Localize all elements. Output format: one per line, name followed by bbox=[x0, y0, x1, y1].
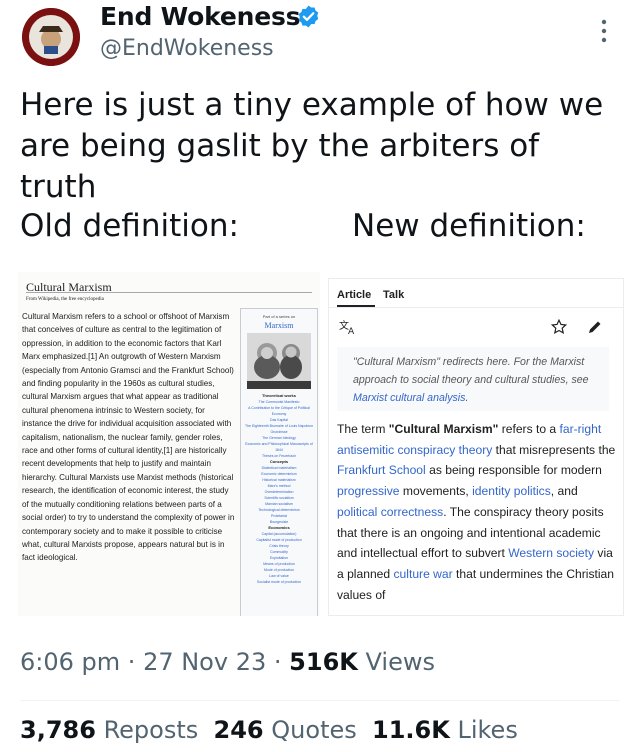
tweet-text: Here is just a tiny example of how we ar… bbox=[20, 87, 604, 205]
post-time[interactable]: 6:06 pm bbox=[20, 648, 120, 676]
article-link[interactable]: political correctness bbox=[337, 505, 443, 519]
likes-stat[interactable]: 11.6K Likes bbox=[372, 716, 518, 744]
watch-star-icon[interactable] bbox=[551, 319, 567, 335]
more-options-icon[interactable] bbox=[600, 18, 608, 44]
sidebar-link[interactable]: A Contribution to the Critique of Politi… bbox=[243, 405, 315, 417]
old-definition-text: Cultural Marxism refers to a school or o… bbox=[22, 312, 235, 563]
likes-label: Likes bbox=[457, 716, 518, 744]
avatar[interactable] bbox=[22, 8, 80, 66]
old-definition-image[interactable]: Cultural Marxism From Wikipedia, the fre… bbox=[18, 272, 320, 616]
old-definition-label: Old definition: bbox=[20, 208, 239, 244]
post-date[interactable]: 27 Nov 23 bbox=[143, 648, 266, 676]
stats-divider bbox=[20, 700, 620, 701]
marxism-sidebar: Part of a series on Marxism Theoretical … bbox=[240, 308, 318, 616]
hatnote-text: "Cultural Marxism" redirects here. For t… bbox=[353, 356, 589, 386]
likes-count: 11.6K bbox=[372, 716, 450, 744]
avatar-image bbox=[22, 8, 80, 66]
old-definition-paragraph: Cultural Marxism refers to a school or o… bbox=[22, 310, 236, 565]
engagement-stats: 3,786 Reposts 246 Quotes 11.6K Likes bbox=[20, 716, 518, 744]
article-text: movements, bbox=[399, 484, 473, 499]
views-count: 516K bbox=[289, 648, 358, 676]
article-link[interactable]: culture war bbox=[394, 567, 453, 581]
new-definition-label: New definition: bbox=[352, 208, 586, 244]
reposts-count: 3,786 bbox=[20, 716, 96, 744]
article-link[interactable]: Frankfurt School bbox=[337, 463, 426, 477]
views-label: Views bbox=[365, 648, 435, 676]
separator: · bbox=[273, 648, 282, 676]
wiki-subtitle: From Wikipedia, the free encyclopedia bbox=[26, 297, 104, 302]
translate-icon[interactable]: 文 A bbox=[339, 319, 357, 335]
article-link[interactable]: progressive bbox=[337, 484, 400, 498]
new-definition-paragraph: The term "Cultural Marxism" refers to a … bbox=[337, 419, 619, 605]
tabs-divider bbox=[329, 307, 623, 308]
timestamp-line: 6:06 pm · 27 Nov 23 · 516K Views bbox=[20, 648, 435, 676]
reposts-stat[interactable]: 3,786 Reposts bbox=[20, 716, 198, 744]
sidebar-list: Theoretical works The Communist Manifesto… bbox=[243, 393, 315, 585]
article-text: that misrepresents the bbox=[492, 442, 616, 457]
hatnote-link[interactable]: Marxist cultural analysis bbox=[353, 392, 465, 404]
article-link[interactable]: identity politics bbox=[472, 484, 551, 498]
separator: · bbox=[127, 648, 136, 676]
redirect-hatnote: "Cultural Marxism" redirects here. For t… bbox=[337, 347, 609, 411]
quotes-count: 246 bbox=[213, 716, 264, 744]
title-divider bbox=[26, 292, 312, 293]
user-handle[interactable]: @EndWokeness bbox=[100, 36, 274, 61]
svg-text:A: A bbox=[348, 327, 355, 335]
marx-engels-portrait bbox=[247, 333, 311, 389]
sidebar-link[interactable]: Economic and Philosophical Manuscripts o… bbox=[243, 441, 315, 453]
reposts-label: Reposts bbox=[103, 716, 199, 744]
sidebar-link[interactable]: Socialist mode of production bbox=[243, 579, 315, 585]
sidebar-series-label: Part of a series on bbox=[262, 314, 296, 319]
display-name[interactable]: End Wokeness bbox=[100, 2, 301, 31]
article-text: , and bbox=[550, 484, 578, 499]
article-text: as being responsible for modern bbox=[425, 463, 602, 478]
article-text: refers to a bbox=[498, 422, 560, 436]
tab-talk[interactable]: Talk bbox=[383, 289, 404, 301]
edit-pencil-icon[interactable] bbox=[587, 319, 603, 335]
article-text: The term bbox=[337, 422, 389, 436]
sidebar-title: Marxism bbox=[264, 321, 294, 330]
article-link[interactable]: Western society bbox=[508, 546, 594, 560]
verified-badge-icon bbox=[298, 5, 319, 28]
tab-article[interactable]: Article bbox=[337, 289, 371, 301]
new-definition-image[interactable]: Article Talk 文 A "Cultural Marxism" redi… bbox=[328, 278, 624, 616]
quotes-label: Quotes bbox=[271, 716, 357, 744]
quotes-stat[interactable]: 246 Quotes bbox=[214, 716, 357, 744]
article-term: "Cultural Marxism" bbox=[388, 422, 499, 436]
